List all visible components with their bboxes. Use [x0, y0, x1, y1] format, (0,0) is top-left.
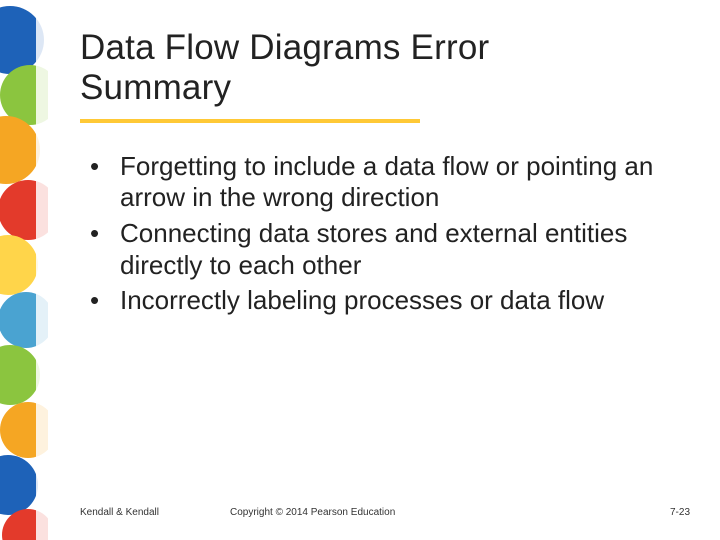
- title-line-1: Data Flow Diagrams Error: [80, 28, 489, 67]
- footer-copyright: Copyright © 2014 Pearson Education: [230, 507, 670, 518]
- decorative-left-strip: [0, 0, 48, 540]
- list-item: • Incorrectly labeling processes or data…: [80, 285, 680, 317]
- bullet-dot-icon: •: [80, 151, 120, 214]
- bullet-dot-icon: •: [80, 285, 120, 317]
- slide-content: Data Flow Diagrams Error Summary • Forge…: [80, 28, 690, 520]
- title-underline-accent: [80, 119, 420, 123]
- list-item: • Connecting data stores and external en…: [80, 218, 680, 281]
- title-line-2: Summary: [80, 68, 231, 107]
- bullet-text: Incorrectly labeling processes or data f…: [120, 285, 680, 317]
- list-item: • Forgetting to include a data flow or p…: [80, 151, 680, 214]
- bullet-list: • Forgetting to include a data flow or p…: [80, 151, 690, 318]
- bullet-text: Forgetting to include a data flow or poi…: [120, 151, 680, 214]
- footer-page-number: 7-23: [670, 507, 690, 518]
- footer-author: Kendall & Kendall: [80, 507, 230, 518]
- bullet-dot-icon: •: [80, 218, 120, 281]
- slide-title: Data Flow Diagrams Error Summary: [80, 28, 690, 109]
- bullet-text: Connecting data stores and external enti…: [120, 218, 680, 281]
- slide-footer: Kendall & Kendall Copyright © 2014 Pears…: [80, 507, 690, 518]
